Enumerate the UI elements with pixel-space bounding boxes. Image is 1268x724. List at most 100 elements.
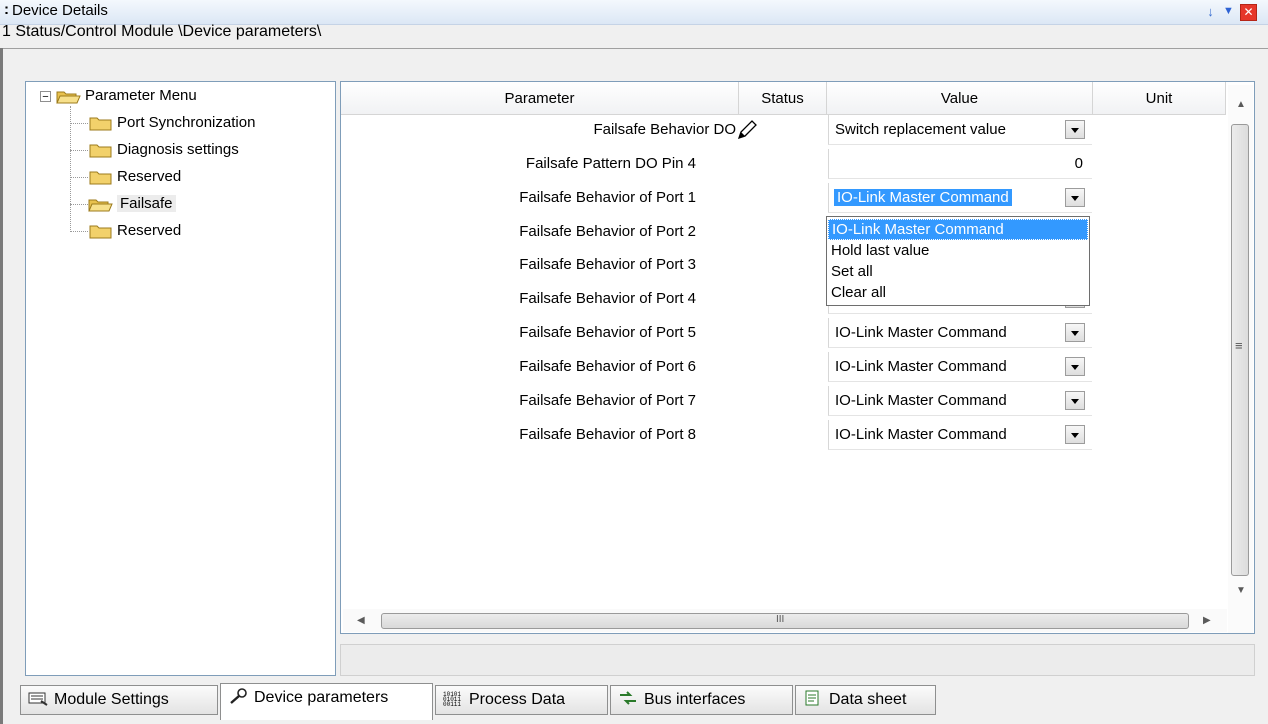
tree-node-failsafe[interactable]: Failsafe xyxy=(88,193,176,215)
table-row[interactable]: Failsafe Behavior DO Switch replacement … xyxy=(341,115,1226,145)
value-dropdown-list[interactable]: IO-Link Master Command Hold last value S… xyxy=(826,216,1090,306)
parameter-name: Failsafe Behavior of Port 1 xyxy=(519,189,696,206)
dropdown-arrow-icon[interactable] xyxy=(1065,323,1085,342)
failsafe-behavior-port-8-select[interactable]: IO-Link Master Command xyxy=(832,423,1087,447)
column-header-parameter[interactable]: Parameter xyxy=(341,82,739,115)
parameter-name: Failsafe Behavior of Port 8 xyxy=(519,426,696,443)
tree-node-parameter-menu[interactable]: Parameter Menu xyxy=(56,85,197,107)
parameter-name: Failsafe Behavior of Port 7 xyxy=(519,392,696,409)
scroll-down-icon[interactable]: ▼ xyxy=(1236,585,1246,596)
tree-connector xyxy=(70,231,88,232)
pencil-icon xyxy=(737,120,757,140)
parameter-name: Failsafe Behavior of Port 2 xyxy=(519,223,696,240)
dropdown-arrow-icon[interactable] xyxy=(1065,425,1085,444)
horizontal-scrollbar[interactable]: ◀ III ▶ xyxy=(343,609,1227,632)
tree-node-label: Reserved xyxy=(117,222,182,239)
failsafe-behavior-port-6-select[interactable]: IO-Link Master Command xyxy=(832,355,1087,379)
folder-icon xyxy=(89,171,112,185)
scroll-up-icon[interactable]: ▲ xyxy=(1236,99,1246,110)
column-header-value[interactable]: Value xyxy=(827,82,1093,115)
table-row[interactable]: Failsafe Behavior of Port 7 IO-Link Mast… xyxy=(341,386,1226,416)
folder-icon xyxy=(89,117,112,131)
grip-icon: III xyxy=(776,614,785,625)
panel-grip[interactable]: : xyxy=(4,1,9,18)
parameter-tree[interactable]: − Parameter Menu Port Synchronization Di… xyxy=(25,81,336,676)
parameter-grid[interactable]: Parameter Status Value Unit Failsafe Beh… xyxy=(340,81,1255,634)
tree-connector xyxy=(70,150,88,151)
value-cell: IO-Link Master Command xyxy=(828,386,1092,416)
panel-title: Device Details xyxy=(12,2,108,19)
parameter-name: Failsafe Behavior of Port 3 xyxy=(519,256,696,273)
header-divider xyxy=(0,48,1268,49)
dropdown-arrow-icon[interactable] xyxy=(1065,120,1085,139)
tab-label: Device parameters xyxy=(254,689,389,706)
scroll-left-icon[interactable]: ◀ xyxy=(357,615,365,626)
parameter-name: Failsafe Behavior of Port 6 xyxy=(519,358,696,375)
table-row[interactable]: Failsafe Behavior of Port 6 IO-Link Mast… xyxy=(341,352,1226,382)
parameter-name: Failsafe Behavior of Port 4 xyxy=(519,290,696,307)
dropdown-option-io-link-master-command[interactable]: IO-Link Master Command xyxy=(828,219,1088,240)
dropdown-option-set-all[interactable]: Set all xyxy=(828,262,1088,283)
table-row[interactable]: Failsafe Behavior of Port 2 xyxy=(341,217,1226,247)
pin-icon[interactable]: ↓ xyxy=(1202,3,1219,20)
tree-node-label: Port Synchronization xyxy=(117,114,256,131)
table-row[interactable]: Failsafe Behavior of Port 5 IO-Link Mast… xyxy=(341,318,1226,348)
binary-data-icon: 101010101100111 xyxy=(443,691,461,706)
failsafe-pattern-value: 0 xyxy=(1074,155,1083,172)
grip-icon: ≡ xyxy=(1235,338,1243,353)
tab-process-data[interactable]: 10101 01011 00111 Process Data xyxy=(435,685,608,715)
window-menu-icon[interactable]: ▼ xyxy=(1220,3,1237,20)
value-cell[interactable]: 0 xyxy=(828,149,1092,179)
dropdown-option-clear-all[interactable]: Clear all xyxy=(828,283,1088,304)
failsafe-behavior-do-select[interactable]: Switch replacement value xyxy=(832,118,1087,142)
wrench-icon xyxy=(230,688,247,704)
table-row[interactable]: Failsafe Behavior of Port 1 IO-Link Mast… xyxy=(341,183,1226,213)
dropdown-option-hold-last-value[interactable]: Hold last value xyxy=(828,241,1088,262)
tab-data-sheet[interactable]: Data sheet xyxy=(795,685,936,715)
folder-icon xyxy=(89,144,112,158)
failsafe-behavior-port-5-select[interactable]: IO-Link Master Command xyxy=(832,321,1087,345)
parameter-name: Failsafe Behavior DO xyxy=(593,121,736,138)
collapse-icon[interactable]: − xyxy=(40,91,51,103)
dropdown-arrow-icon[interactable] xyxy=(1065,188,1085,207)
dropdown-arrow-icon[interactable] xyxy=(1065,391,1085,410)
tree-connector xyxy=(70,204,88,205)
tab-label: Module Settings xyxy=(54,691,169,708)
grid-status-strip xyxy=(340,644,1255,676)
failsafe-behavior-port-7-select[interactable]: IO-Link Master Command xyxy=(832,389,1087,413)
tree-connector xyxy=(70,177,88,178)
table-row[interactable]: Failsafe Behavior of Port 8 IO-Link Mast… xyxy=(341,420,1226,450)
horizontal-scroll-thumb[interactable]: III xyxy=(381,613,1189,629)
scroll-right-icon[interactable]: ▶ xyxy=(1203,615,1211,626)
tree-node-reserved[interactable]: Reserved xyxy=(88,220,181,242)
combo-value-selected: IO-Link Master Command xyxy=(834,189,1012,206)
value-cell: Switch replacement value xyxy=(828,115,1092,145)
data-sheet-icon xyxy=(805,690,819,706)
parameter-name: Failsafe Pattern DO Pin 4 xyxy=(525,155,696,172)
close-icon[interactable]: ✕ xyxy=(1240,4,1257,21)
panel-title-bar: : Device Details ↓ ▼ ✕ xyxy=(0,0,1268,25)
tab-module-settings[interactable]: Module Settings xyxy=(20,685,218,715)
tab-bus-interfaces[interactable]: Bus interfaces xyxy=(610,685,793,715)
tree-node-label: Diagnosis settings xyxy=(117,141,239,158)
tab-device-parameters[interactable]: Device parameters xyxy=(220,683,433,720)
parameter-name: Failsafe Behavior of Port 5 xyxy=(519,324,696,341)
value-cell: IO-Link Master Command xyxy=(828,183,1092,213)
tree-node-port-synchronization[interactable]: Port Synchronization xyxy=(88,112,255,134)
value-cell: IO-Link Master Command xyxy=(828,318,1092,348)
vertical-scrollbar[interactable]: ▲ ≡ ▼ xyxy=(1228,85,1253,633)
vertical-scroll-thumb[interactable]: ≡ xyxy=(1231,124,1249,576)
open-folder-icon xyxy=(88,199,113,212)
dropdown-arrow-icon[interactable] xyxy=(1065,357,1085,376)
tree-node-reserved[interactable]: Reserved xyxy=(88,166,181,188)
column-header-status[interactable]: Status xyxy=(739,82,827,115)
failsafe-behavior-port-1-select[interactable]: IO-Link Master Command xyxy=(832,186,1087,210)
table-row[interactable]: Failsafe Pattern DO Pin 4 0 xyxy=(341,149,1226,179)
combo-value: IO-Link Master Command xyxy=(835,392,1007,409)
tree-node-diagnosis-settings[interactable]: Diagnosis settings xyxy=(88,139,239,161)
column-header-unit[interactable]: Unit xyxy=(1093,82,1226,115)
table-row[interactable]: Failsafe Behavior of Port 3 xyxy=(341,250,1226,280)
table-row[interactable]: Failsafe Behavior of Port 4 xyxy=(341,284,1226,314)
tree-connector xyxy=(70,123,88,124)
breadcrumb: 1 Status/Control Module \Device paramete… xyxy=(2,23,322,40)
